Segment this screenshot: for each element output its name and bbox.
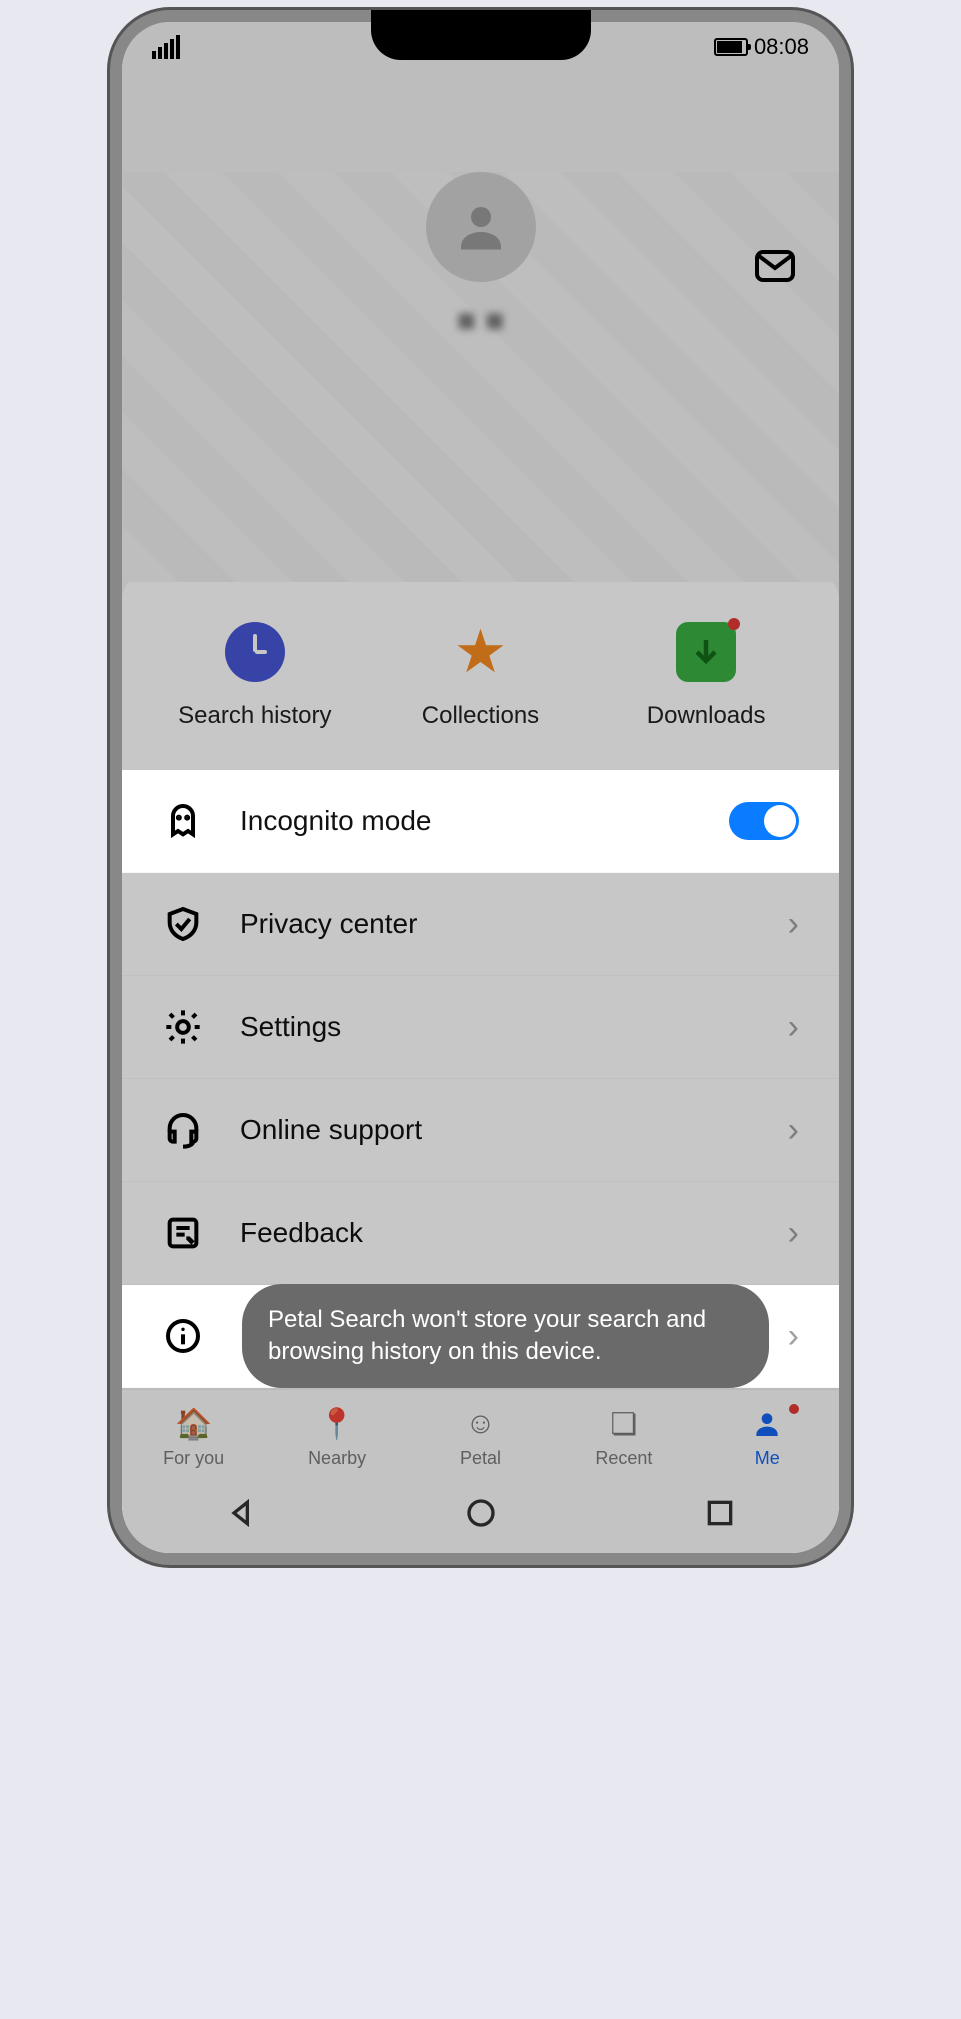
tab-for-you[interactable]: 🏠 For you [122, 1404, 265, 1469]
mail-icon [751, 242, 799, 290]
nav-recents-button[interactable] [702, 1495, 738, 1531]
battery-icon [714, 38, 748, 56]
feedback-row[interactable]: Feedback › [122, 1182, 839, 1285]
tab-recent[interactable]: ❏ Recent [552, 1404, 695, 1469]
collections-button[interactable]: ★ Collections [369, 622, 592, 730]
quick-actions: Search history ★ Collections D [122, 602, 839, 770]
incognito-row[interactable]: Incognito mode [122, 770, 839, 873]
feedback-label: Feedback [240, 1217, 788, 1249]
recent-icon: ❏ [552, 1404, 695, 1444]
collections-label: Collections [369, 702, 592, 730]
avatar[interactable] [426, 172, 536, 282]
system-nav-bar [122, 1477, 839, 1553]
person-icon [451, 197, 511, 257]
circle-icon [465, 1497, 497, 1529]
incognito-toggle[interactable] [729, 802, 799, 840]
chevron-right-icon: › [788, 1214, 799, 1253]
notification-dot [789, 1404, 799, 1414]
search-history-label: Search history [143, 702, 366, 730]
privacy-center-label: Privacy center [240, 908, 788, 940]
star-icon: ★ [450, 622, 510, 682]
settings-row[interactable]: Settings › [122, 976, 839, 1079]
bottom-tabs: 🏠 For you 📍 Nearby ☺ Petal ❏ Recent Me [122, 1389, 839, 1477]
gear-icon [162, 1006, 204, 1048]
chevron-right-icon: › [788, 1008, 799, 1047]
downloads-label: Downloads [594, 702, 817, 730]
tab-petal-label: Petal [409, 1448, 552, 1469]
signal-icon [152, 35, 180, 59]
settings-list: Incognito mode Privacy center › [122, 770, 839, 1388]
notification-dot [728, 618, 740, 630]
tab-recent-label: Recent [552, 1448, 695, 1469]
profile-header: ■ ■ [122, 172, 839, 582]
search-history-button[interactable]: Search history [143, 622, 366, 730]
about-row[interactable]: › Petal Search won't store your search a… [122, 1285, 839, 1388]
square-icon [704, 1497, 736, 1529]
clock-icon [225, 622, 285, 682]
tab-me[interactable]: Me [696, 1404, 839, 1469]
tab-petal[interactable]: ☺ Petal [409, 1404, 552, 1469]
incognito-toast: Petal Search won't store your search and… [242, 1284, 769, 1389]
incognito-label: Incognito mode [240, 805, 729, 837]
tab-for-you-label: For you [122, 1448, 265, 1469]
messages-button[interactable] [751, 242, 799, 290]
downloads-button[interactable]: Downloads [594, 622, 817, 730]
tab-nearby-label: Nearby [265, 1448, 408, 1469]
privacy-center-row[interactable]: Privacy center › [122, 873, 839, 976]
tab-me-label: Me [696, 1448, 839, 1469]
feedback-icon [162, 1212, 204, 1254]
pin-icon: 📍 [265, 1404, 408, 1444]
headset-icon [162, 1109, 204, 1151]
chevron-right-icon: › [788, 905, 799, 944]
status-time: 08:08 [754, 34, 809, 60]
shield-icon [162, 903, 204, 945]
nav-home-button[interactable] [463, 1495, 499, 1531]
notch [371, 10, 591, 60]
ghost-icon [162, 800, 204, 842]
nav-back-button[interactable] [224, 1495, 260, 1531]
tab-nearby[interactable]: 📍 Nearby [265, 1404, 408, 1469]
chevron-right-icon: › [788, 1111, 799, 1150]
chevron-right-icon: › [788, 1317, 799, 1356]
online-support-row[interactable]: Online support › [122, 1079, 839, 1182]
download-icon [676, 622, 736, 682]
settings-label: Settings [240, 1011, 788, 1043]
home-icon: 🏠 [122, 1404, 265, 1444]
person-icon [696, 1404, 839, 1444]
screen: 08:08 ■ ■ Search history [122, 22, 839, 1553]
card: Search history ★ Collections D [122, 572, 839, 1388]
back-triangle-icon [226, 1497, 258, 1529]
online-support-label: Online support [240, 1114, 788, 1146]
username: ■ ■ [122, 302, 839, 339]
info-icon [162, 1315, 204, 1357]
petal-icon: ☺ [409, 1404, 552, 1444]
phone-frame: 08:08 ■ ■ Search history [110, 10, 851, 1565]
